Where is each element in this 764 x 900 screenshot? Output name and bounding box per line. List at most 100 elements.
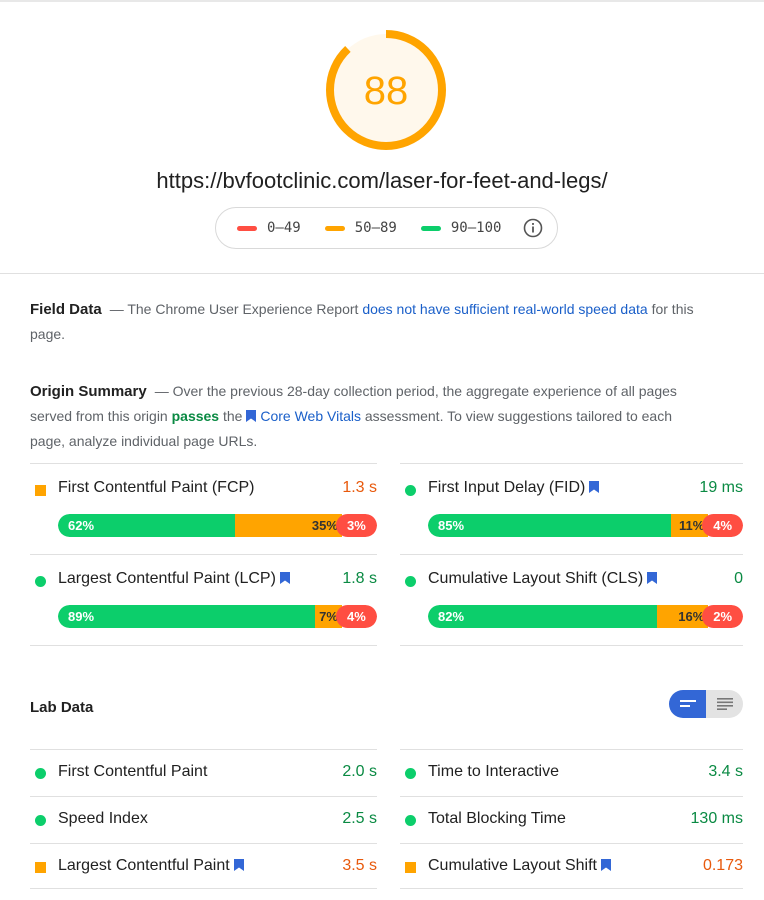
field-metric: Cumulative Layout Shift (CLS) 0 82% 16% 2% xyxy=(400,554,743,646)
origin-summary-text-2: the xyxy=(219,408,247,424)
field-data-heading: Field Data xyxy=(30,301,102,318)
metric-title-text: Cumulative Layout Shift (CLS) xyxy=(428,570,644,587)
distribution-bar: 62% 35% 3% xyxy=(58,514,377,537)
average-square-icon xyxy=(35,862,46,873)
metric-value: 1.8 s xyxy=(342,570,377,587)
good-segment: 62% xyxy=(58,514,236,537)
pass-circle-icon xyxy=(405,485,416,496)
lab-metric: Total Blocking Time 130 ms xyxy=(400,796,743,843)
metric-title: Largest Contentful Paint (LCP) xyxy=(58,570,294,588)
legend-dash-average xyxy=(324,225,345,231)
lab-metric: Cumulative Layout Shift 0.173 xyxy=(400,843,743,889)
metric-title-text: First Contentful Paint xyxy=(58,763,208,780)
pass-circle-icon xyxy=(35,815,46,826)
legend-label: 0–49 xyxy=(267,220,301,236)
bookmark-icon xyxy=(589,481,600,493)
average-square-icon xyxy=(405,862,416,873)
metric-value: 19 ms xyxy=(699,479,743,496)
metric-title-text: First Contentful Paint (FCP) xyxy=(58,479,255,496)
pass-circle-icon xyxy=(35,576,46,587)
good-segment: 85% xyxy=(428,514,671,537)
lab-metric: Speed Index 2.5 s xyxy=(30,796,377,843)
metric-value: 0 xyxy=(734,570,743,587)
field-data-section: Field Data — The Chrome User Experience R… xyxy=(30,297,700,347)
pass-circle-icon xyxy=(35,768,46,779)
pass-circle-icon xyxy=(405,768,416,779)
origin-summary-heading: Origin Summary xyxy=(30,383,147,400)
metric-title-text: Largest Contentful Paint xyxy=(58,857,230,874)
legend-dash-poor xyxy=(237,225,257,231)
metric-title: First Input Delay (FID) xyxy=(428,479,603,497)
field-metric: First Input Delay (FID) 19 ms 85% 11% 4% xyxy=(400,463,743,554)
good-segment: 82% xyxy=(428,605,658,628)
list-expanded-icon[interactable] xyxy=(706,690,743,718)
poor-segment: 4% xyxy=(702,514,743,537)
average-square-icon xyxy=(35,485,46,496)
score-legend: 0–49 50–89 90–100 xyxy=(215,207,558,249)
core-web-vitals-link[interactable]: Core Web Vitals xyxy=(260,408,361,424)
bookmark-icon xyxy=(600,859,611,871)
field-data-link[interactable]: does not have sufficient real-world spee… xyxy=(362,301,647,317)
metric-title: Cumulative Layout Shift xyxy=(428,857,615,875)
metric-title-text: First Input Delay (FID) xyxy=(428,479,586,496)
lab-metrics-grid: First Contentful Paint 2.0 s Time to Inter… xyxy=(30,749,743,889)
view-toggle xyxy=(669,690,743,718)
metric-value: 130 ms xyxy=(690,810,743,827)
metric-title: First Contentful Paint xyxy=(58,763,207,781)
poor-segment: 2% xyxy=(702,605,743,628)
field-metric: Largest Contentful Paint (LCP) 1.8 s 89% 7%… xyxy=(30,554,377,646)
metric-value: 1.3 s xyxy=(342,479,377,496)
distribution-bar: 89% 7% 4% xyxy=(58,605,377,628)
lab-metric: Time to Interactive 3.4 s xyxy=(400,749,743,796)
metric-title: Total Blocking Time xyxy=(428,810,566,828)
legend-item-good: 90–100 xyxy=(420,220,502,236)
metric-title-text: Largest Contentful Paint (LCP) xyxy=(58,570,276,587)
metric-title-text: Time to Interactive xyxy=(428,763,560,780)
legend-item-poor: 0–49 xyxy=(237,220,301,236)
poor-segment: 4% xyxy=(335,605,377,628)
average-segment: 35% xyxy=(235,514,342,537)
distribution-bar: 85% 11% 4% xyxy=(428,514,743,537)
bookmark-icon xyxy=(279,572,290,584)
performance-gauge: 88 xyxy=(326,30,446,150)
legend-dash-good xyxy=(420,225,441,231)
field-metric: First Contentful Paint (FCP) 1.3 s 62% 35% 3… xyxy=(30,463,377,554)
metric-value: 2.0 s xyxy=(342,763,377,780)
metric-title-text: Speed Index xyxy=(58,810,148,827)
lab-data-heading: Lab Data xyxy=(30,699,94,716)
page-url: https://bvfootclinic.com/laser-for-feet-… xyxy=(156,168,608,193)
bookmark-icon xyxy=(233,859,244,871)
performance-score: 88 xyxy=(363,69,409,113)
poor-segment: 3% xyxy=(335,514,377,537)
metric-title: Cumulative Layout Shift (CLS) xyxy=(428,570,661,588)
average-segment: 16% xyxy=(657,605,709,628)
lab-metric: First Contentful Paint 2.0 s xyxy=(30,749,377,796)
metric-title: First Contentful Paint (FCP) xyxy=(58,479,255,497)
metric-title: Largest Contentful Paint xyxy=(58,857,248,875)
metric-value: 2.5 s xyxy=(342,810,377,827)
metric-value: 0.173 xyxy=(702,857,743,874)
pass-circle-icon xyxy=(405,576,416,587)
top-border xyxy=(0,0,764,2)
list-compact-icon[interactable] xyxy=(669,690,706,718)
field-data-text: — The Chrome User Experience Report xyxy=(109,301,363,317)
metric-value: 3.4 s xyxy=(708,763,743,780)
origin-summary-section: Origin Summary — Over the previous 28-day… xyxy=(30,379,700,454)
info-icon[interactable] xyxy=(523,218,543,238)
bookmark-icon xyxy=(647,572,658,584)
good-segment: 89% xyxy=(58,605,316,628)
field-metrics-grid: First Contentful Paint (FCP) 1.3 s 62% 35% 3… xyxy=(30,463,743,646)
lab-metric: Largest Contentful Paint 3.5 s xyxy=(30,843,377,889)
metric-title-text: Total Blocking Time xyxy=(428,810,566,827)
bookmark-icon xyxy=(246,410,257,422)
distribution-bar: 82% 16% 2% xyxy=(428,605,743,628)
pass-circle-icon xyxy=(405,815,416,826)
metric-title-text: Cumulative Layout Shift xyxy=(428,857,597,874)
metric-value: 3.5 s xyxy=(342,857,377,874)
passes-label: passes xyxy=(171,408,220,424)
legend-label: 50–89 xyxy=(354,220,397,236)
section-divider xyxy=(0,273,764,274)
legend-label: 90–100 xyxy=(450,220,502,236)
metric-title: Speed Index xyxy=(58,810,148,828)
legend-item-average: 50–89 xyxy=(324,220,397,236)
